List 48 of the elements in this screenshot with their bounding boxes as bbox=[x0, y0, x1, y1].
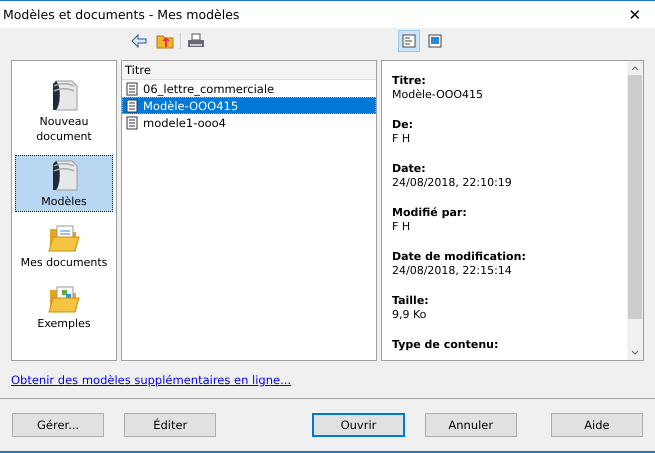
property-label: Date: bbox=[392, 162, 427, 175]
property-value: F H bbox=[392, 132, 412, 145]
category-label: Exemples bbox=[37, 316, 91, 331]
file-row[interactable]: Modèle-OOO415 bbox=[122, 97, 376, 114]
category-label: Nouveau document bbox=[35, 114, 93, 144]
file-row[interactable]: 06_lettre_commerciale bbox=[122, 80, 376, 97]
folder-icon bbox=[48, 223, 80, 253]
property-label: Date de modification: bbox=[392, 250, 527, 263]
property-label: Titre: bbox=[392, 74, 427, 87]
category-item[interactable]: Modèles bbox=[15, 155, 113, 212]
file-name: Modèle-OOO415 bbox=[143, 98, 238, 112]
property-label: Modifié par: bbox=[392, 206, 468, 219]
printer-icon bbox=[187, 33, 205, 49]
category-label: Modèles bbox=[41, 194, 87, 209]
category-item[interactable]: Mes documents bbox=[15, 220, 113, 273]
property-value: 9,9 Ko bbox=[392, 308, 428, 321]
category-label: Mes documents bbox=[20, 255, 108, 270]
file-row[interactable]: modele1-ooo4 bbox=[122, 114, 376, 131]
property-value: Modèle-OOO415 bbox=[392, 88, 484, 101]
property-value: 24/08/2018, 22:15:14 bbox=[392, 264, 513, 277]
property-value: 24/08/2018, 22:10:19 bbox=[392, 176, 513, 189]
property-label: De: bbox=[392, 118, 414, 131]
scrollbar[interactable] bbox=[627, 61, 643, 360]
property-value: F H bbox=[392, 220, 412, 233]
category-item[interactable]: Exemples bbox=[15, 281, 113, 334]
dialog-button[interactable]: Éditer bbox=[124, 413, 216, 437]
folder-icon bbox=[48, 284, 80, 314]
dialog-button[interactable]: Aide bbox=[550, 413, 643, 437]
file-name: modele1-ooo4 bbox=[143, 116, 226, 130]
details-view-icon bbox=[402, 34, 416, 48]
document-icon bbox=[126, 116, 138, 130]
back-arrow-icon bbox=[131, 34, 147, 48]
preview-icon bbox=[428, 34, 442, 48]
window-title: Modèles et documents - Mes modèles bbox=[3, 7, 240, 22]
file-name: 06_lettre_commerciale bbox=[143, 82, 274, 96]
property-label: Taille: bbox=[392, 294, 430, 307]
dialog-button[interactable]: Ouvrir bbox=[312, 413, 405, 437]
property-label: Type de contenu: bbox=[392, 338, 500, 351]
dialog-button[interactable]: Annuler bbox=[424, 413, 517, 437]
online-templates-link[interactable]: Obtenir des modèles supplémentaires en ligne... bbox=[11, 373, 292, 387]
close-button[interactable]: ✕ bbox=[615, 2, 655, 28]
column-header[interactable]: Titre bbox=[122, 61, 376, 80]
document-icon bbox=[126, 98, 138, 112]
category-item[interactable]: Nouveau document bbox=[15, 75, 113, 147]
document-icon bbox=[126, 82, 138, 96]
folder-up-icon bbox=[156, 33, 174, 49]
view-button[interactable] bbox=[398, 30, 420, 52]
dialog-button[interactable]: Gérer... bbox=[12, 413, 104, 437]
